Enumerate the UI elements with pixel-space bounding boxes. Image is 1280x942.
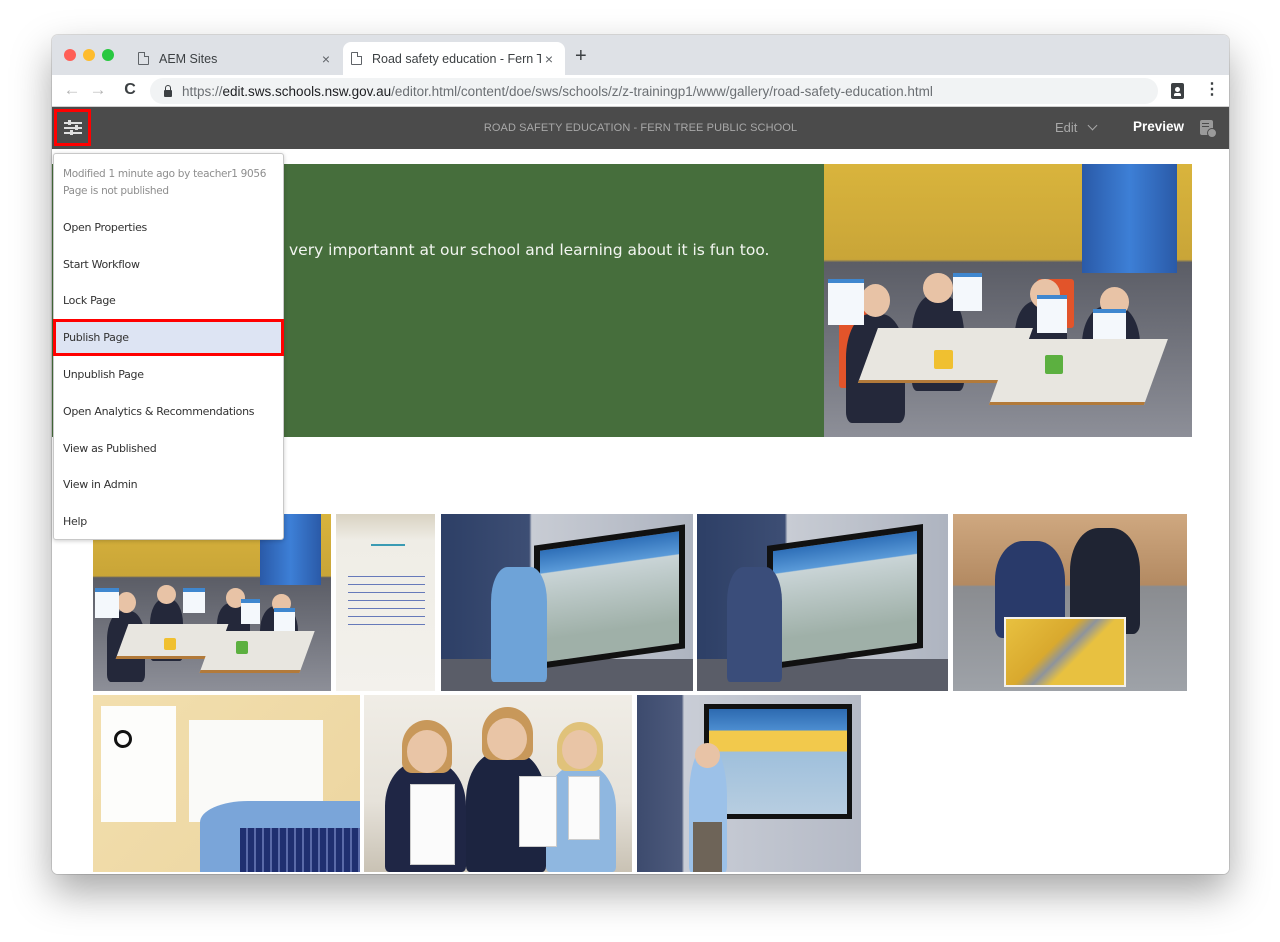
address-bar: ← → C https://edit.sws.schools.nsw.gov.a… [52,75,1229,107]
annotate-icon[interactable] [1200,120,1217,138]
gallery-image[interactable] [953,514,1187,691]
url-path: /editor.html/content/doe/sws/schools/z/z… [391,83,933,99]
gallery-image[interactable] [93,514,331,691]
menu-item-start-workflow[interactable]: Start Workflow [54,246,283,283]
close-window-button[interactable] [64,49,76,61]
minimize-window-button[interactable] [83,49,95,61]
close-tab-icon[interactable]: × [318,51,334,67]
gallery-image[interactable] [441,514,693,691]
tab-road-safety-education[interactable]: Road safety education - Fern T × [343,42,565,75]
document-icon [138,52,149,65]
page-information-menu: Modified 1 minute ago by teacher1 9056 P… [53,153,284,540]
mode-selected-label: Edit [1055,120,1078,135]
gallery-image[interactable] [637,695,861,872]
back-icon[interactable]: ← [62,80,82,100]
url-host: edit.sws.schools.nsw.gov.au [222,83,392,99]
tab-title: AEM Sites [159,51,218,66]
tab-strip: AEM Sites × Road safety education - Fern… [52,35,1229,75]
page-title: ROAD SAFETY EDUCATION - FERN TREE PUBLIC… [483,122,798,134]
hero-text: very importannt at our school and learni… [289,241,770,259]
menu-item-publish-page[interactable]: Publish Page [53,319,284,357]
document-icon [351,52,362,65]
menu-item-open-analytics[interactable]: Open Analytics & Recommendations [54,393,283,430]
gallery-image[interactable] [364,695,632,872]
account-clipboard-icon[interactable] [1171,83,1184,99]
tab-title: Road safety education - Fern T [372,51,541,66]
gallery-image[interactable] [93,695,360,872]
tab-aem-sites[interactable]: AEM Sites × [130,42,342,75]
hero-image[interactable] [824,164,1192,437]
publish-status: Page is not published [63,185,169,197]
lock-icon [164,84,172,97]
modified-info: Modified 1 minute ago by teacher1 9056 [63,168,267,180]
reload-icon[interactable]: C [120,81,140,99]
forward-icon[interactable]: → [88,80,108,100]
mode-selector[interactable]: Edit [1055,120,1098,135]
menu-item-help[interactable]: Help [54,503,283,540]
preview-button[interactable]: Preview [1133,119,1184,134]
menu-item-view-in-admin[interactable]: View in Admin [54,467,283,504]
new-tab-button[interactable]: + [575,46,587,66]
gallery-image[interactable] [697,514,948,691]
chevron-down-icon [1087,120,1098,131]
close-tab-icon[interactable]: × [541,51,557,67]
menu-item-open-properties[interactable]: Open Properties [54,209,283,246]
menu-item-lock-page[interactable]: Lock Page [54,283,283,320]
aem-editor-toolbar: ROAD SAFETY EDUCATION - FERN TREE PUBLIC… [52,107,1229,149]
url-input[interactable]: https://edit.sws.schools.nsw.gov.au/edit… [150,78,1158,104]
maximize-window-button[interactable] [102,49,114,61]
gallery-image[interactable] [336,514,435,691]
menu-list: Open Properties Start Workflow Lock Page… [53,209,284,540]
url-scheme: https:// [182,83,223,99]
browser-menu-icon[interactable]: ⋮ [1204,82,1220,98]
page-meta: Modified 1 minute ago by teacher1 9056 P… [54,154,283,200]
menu-item-view-as-published[interactable]: View as Published [54,430,283,467]
menu-item-unpublish-page[interactable]: Unpublish Page [54,356,283,393]
